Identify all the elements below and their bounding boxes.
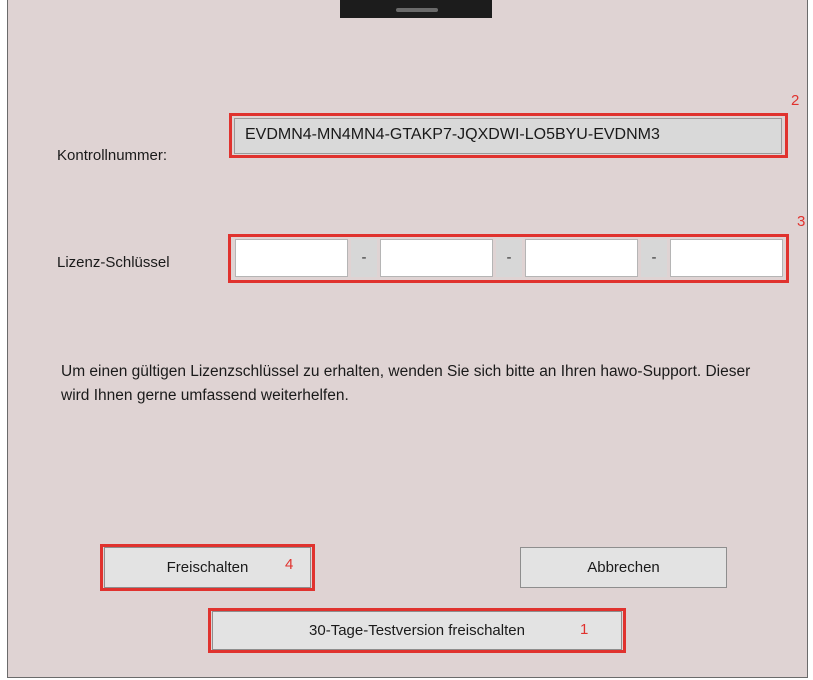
annotation-number-4: 4 <box>285 556 294 573</box>
annotation-number-2: 2 <box>791 92 800 109</box>
license-info-text: Um einen gültigen Lizenzschlüssel zu erh… <box>61 363 751 404</box>
annotation-number-3: 3 <box>797 213 806 230</box>
annotation-box-trial <box>208 608 626 653</box>
annotation-box-unlock <box>100 544 315 591</box>
cancel-button[interactable]: Abbrechen <box>520 547 727 588</box>
license-key-label: Lizenz-Schlüssel <box>57 254 170 271</box>
annotation-number-1: 1 <box>580 621 589 638</box>
drag-handle-icon <box>396 8 438 12</box>
annotation-box-license-key <box>228 234 789 283</box>
control-number-label: Kontrollnummer: <box>57 147 168 164</box>
annotation-box-control-number <box>229 113 788 158</box>
